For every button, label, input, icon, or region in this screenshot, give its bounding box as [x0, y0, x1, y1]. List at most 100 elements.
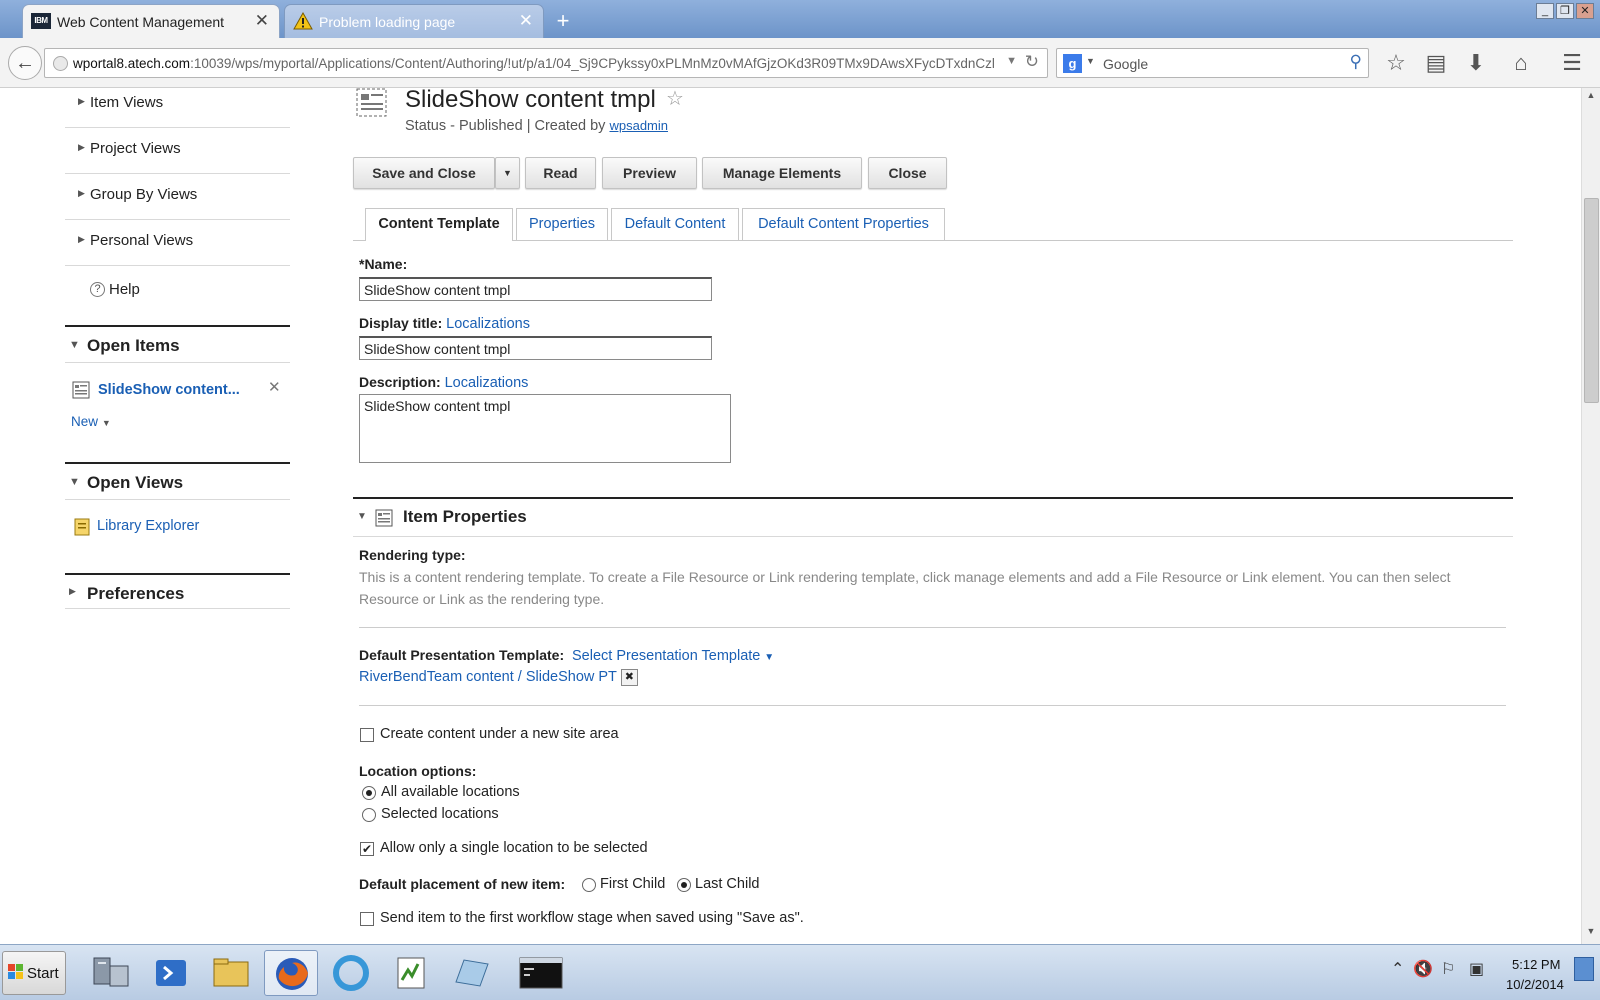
close-tab-icon[interactable]: ✕: [519, 11, 533, 31]
reload-icon[interactable]: ↻: [1025, 52, 1039, 72]
help-icon: ?: [90, 282, 105, 297]
menu-icon[interactable]: ☰: [1557, 48, 1587, 78]
remove-template-icon[interactable]: ✖: [620, 668, 638, 686]
first-child-label: First Child: [600, 876, 666, 892]
default-pt-row: Default Presentation Template: Select Pr…: [359, 647, 775, 664]
select-presentation-template-link[interactable]: Select Presentation Template: [572, 648, 760, 664]
tab-default-content-properties[interactable]: Default Content Properties: [742, 208, 945, 240]
history-dropdown-icon[interactable]: ▼: [1006, 55, 1017, 67]
new-dropdown[interactable]: New ▼: [71, 413, 111, 429]
search-bar[interactable]: g ▼ Google ⚲: [1056, 48, 1369, 78]
search-input[interactable]: Google: [1103, 56, 1148, 72]
google-icon[interactable]: g: [1063, 54, 1082, 73]
start-button[interactable]: Start: [2, 951, 66, 995]
server-manager-icon[interactable]: [84, 950, 138, 996]
author-link[interactable]: wpsadmin: [609, 118, 668, 133]
home-icon[interactable]: ⌂: [1506, 48, 1536, 78]
vertical-scrollbar[interactable]: ▲ ▼: [1581, 88, 1600, 944]
back-arrow-icon[interactable]: ←: [8, 46, 42, 80]
selected-locations-radio[interactable]: [362, 808, 376, 822]
command-prompt-icon[interactable]: [514, 950, 568, 996]
search-engine-dropdown-icon[interactable]: ▼: [1086, 56, 1095, 66]
close-button[interactable]: Close: [868, 157, 947, 189]
open-items-header[interactable]: ▼ Open Items: [65, 325, 290, 363]
ibm-favicon-icon: IBM: [31, 13, 51, 29]
sidebar-item-item-views[interactable]: ▶ Item Views: [65, 82, 290, 128]
description-localizations-link[interactable]: Localizations: [445, 375, 529, 391]
single-location-checkbox[interactable]: ✔: [360, 842, 374, 856]
create-under-site-area-checkbox[interactable]: [360, 728, 374, 742]
browser-navbar: ← wportal8.atech.com:10039/wps/myportal/…: [0, 38, 1600, 88]
item-properties-header[interactable]: ▼ Item Properties: [353, 499, 1513, 537]
preview-button[interactable]: Preview: [602, 157, 697, 189]
browser-tab-wcm[interactable]: IBM Web Content Management ✕: [22, 4, 280, 38]
clock-date[interactable]: 10/2/2014: [1506, 977, 1564, 992]
action-center-flag-icon[interactable]: ⚐: [1441, 959, 1455, 979]
first-child-radio[interactable]: [582, 878, 596, 892]
notes-app-icon[interactable]: [444, 950, 498, 996]
window-close-icon[interactable]: ✕: [1576, 3, 1594, 19]
scroll-up-arrow-icon[interactable]: ▲: [1584, 90, 1598, 104]
network-icon[interactable]: ▣: [1469, 959, 1484, 979]
reading-list-icon[interactable]: ▤: [1421, 48, 1451, 78]
collapse-arrow-icon: ▼: [69, 476, 80, 488]
warning-icon: [293, 11, 313, 33]
sidebar-item-personal-views[interactable]: ▶ Personal Views: [65, 220, 290, 266]
close-tab-icon[interactable]: ✕: [255, 11, 269, 31]
powershell-icon[interactable]: [144, 950, 198, 996]
file-explorer-icon[interactable]: [204, 950, 258, 996]
page-title: SlideShow content tmpl: [405, 86, 656, 113]
download-icon[interactable]: ⬇: [1461, 48, 1491, 78]
last-child-radio[interactable]: [677, 878, 691, 892]
preferences-header[interactable]: ▶ Preferences: [65, 573, 290, 609]
send-workflow-checkbox[interactable]: [360, 912, 374, 926]
bookmark-star-icon[interactable]: ☆: [1381, 48, 1411, 78]
firefox-icon[interactable]: [264, 950, 318, 996]
favorite-star-icon[interactable]: ☆: [666, 86, 684, 111]
open-views-header[interactable]: ▼ Open Views: [65, 462, 290, 500]
save-options-dropdown-icon[interactable]: ▼: [495, 157, 520, 189]
minimize-icon[interactable]: _: [1536, 3, 1554, 19]
close-item-icon[interactable]: ✕: [268, 378, 281, 396]
sidebar-item-project-views[interactable]: ▶ Project Views: [65, 128, 290, 174]
new-tab-button[interactable]: +: [548, 7, 578, 35]
expand-arrow-icon: ▶: [78, 142, 85, 152]
windows-taskbar: Start ⌃ 🔇 ⚐ ▣ 5:12 PM 10/2/2014: [0, 944, 1600, 1000]
name-label: *Name:: [359, 256, 408, 272]
manage-elements-button[interactable]: Manage Elements: [702, 157, 862, 189]
scrollbar-thumb[interactable]: [1584, 198, 1599, 403]
save-and-close-button[interactable]: Save and Close: [353, 157, 495, 189]
restore-icon[interactable]: ❐: [1556, 3, 1574, 19]
scroll-down-arrow-icon[interactable]: ▼: [1584, 926, 1598, 940]
url-bar[interactable]: wportal8.atech.com:10039/wps/myportal/Ap…: [44, 48, 1048, 78]
app-ring-icon[interactable]: [324, 950, 378, 996]
template-icon: [72, 381, 90, 402]
single-location-label: Allow only a single location to be selec…: [380, 840, 648, 856]
expand-arrow-icon: ▶: [78, 96, 85, 106]
volume-muted-icon[interactable]: 🔇: [1413, 959, 1433, 979]
browser-tab-label: Web Content Management: [57, 14, 225, 30]
sidebar-item-group-by-views[interactable]: ▶ Group By Views: [65, 174, 290, 220]
all-locations-radio[interactable]: [362, 786, 376, 800]
dropdown-arrow-icon[interactable]: ▼: [764, 652, 774, 663]
url-text[interactable]: wportal8.atech.com:10039/wps/myportal/Ap…: [73, 56, 1003, 71]
last-child-label: Last Child: [695, 876, 760, 892]
tab-default-content[interactable]: Default Content: [611, 208, 739, 240]
tray-expand-icon[interactable]: ⌃: [1391, 959, 1404, 979]
send-workflow-label: Send item to the first workflow stage wh…: [380, 910, 804, 926]
description-textarea[interactable]: SlideShow content tmpl: [359, 394, 731, 463]
show-desktop-button[interactable]: [1574, 957, 1594, 981]
expand-arrow-icon: ▶: [78, 234, 85, 244]
read-button[interactable]: Read: [525, 157, 596, 189]
tab-content-template[interactable]: Content Template: [365, 208, 513, 241]
search-icon[interactable]: ⚲: [1350, 52, 1362, 72]
name-input[interactable]: [359, 277, 712, 301]
all-locations-label: All available locations: [381, 784, 520, 800]
browser-tab-problem[interactable]: Problem loading page ✕: [284, 4, 544, 38]
browser-titlebar: IBM Web Content Management ✕ Problem loa…: [0, 0, 1600, 38]
notepad-plus-icon[interactable]: [384, 950, 438, 996]
clock-time[interactable]: 5:12 PM: [1512, 957, 1560, 972]
tab-properties[interactable]: Properties: [516, 208, 608, 240]
display-title-localizations-link[interactable]: Localizations: [446, 316, 530, 332]
display-title-input[interactable]: [359, 336, 712, 360]
